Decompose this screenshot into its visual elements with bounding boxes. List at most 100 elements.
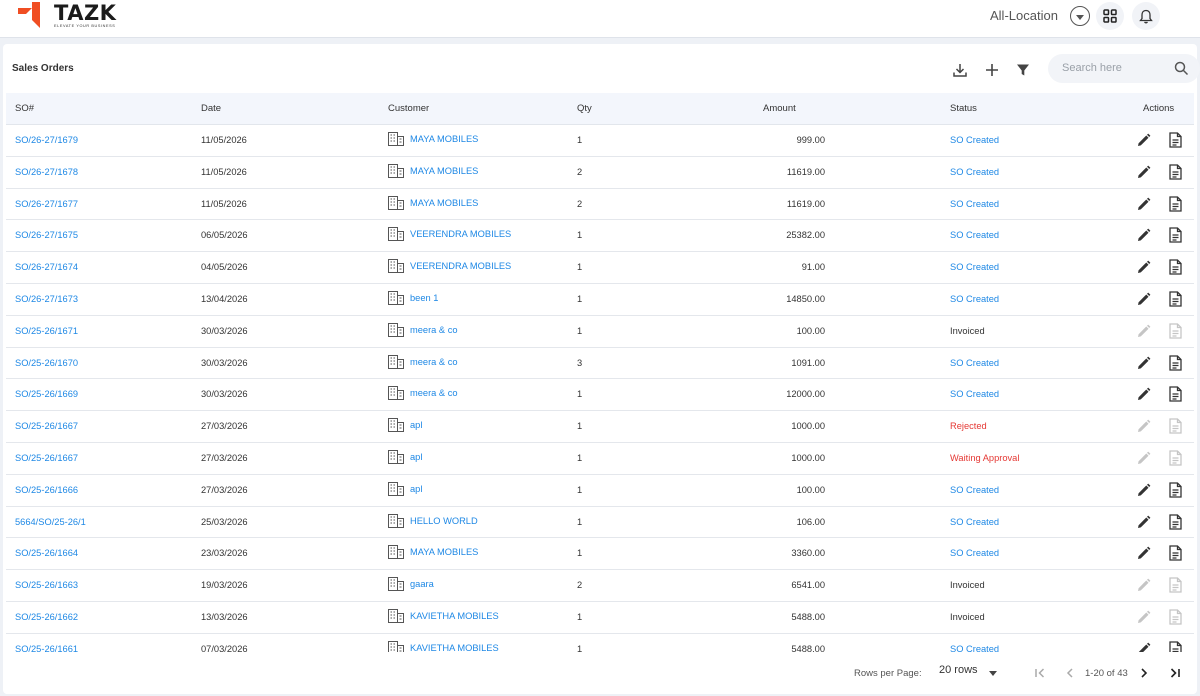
customer-cell[interactable]: KAVIETHA MOBILES (388, 609, 499, 623)
edit-button[interactable] (1136, 483, 1151, 501)
add-order-button[interactable] (982, 60, 1002, 80)
customer-cell[interactable]: VEERENDRA MOBILES (388, 259, 511, 274)
customer-name-link[interactable]: VEERENDRA MOBILES (410, 261, 511, 271)
edit-button[interactable] (1136, 515, 1151, 533)
rows-per-page-select[interactable]: 20 rows (939, 664, 978, 676)
customer-name-link[interactable]: been 1 (410, 293, 438, 303)
notifications-button[interactable] (1132, 2, 1160, 30)
edit-button[interactable] (1136, 260, 1151, 278)
customer-cell[interactable]: MAYA MOBILES (388, 163, 478, 178)
so-number-link[interactable]: SO/25-26/1666 (15, 485, 78, 495)
previous-page-button[interactable] (1061, 664, 1079, 682)
customer-cell[interactable]: been 1 (388, 291, 438, 305)
customer-name-link[interactable]: KAVIETHA MOBILES (410, 611, 499, 621)
table-row[interactable]: SO/26-27/1679 11/05/2026 MAYA MOBILES 1 999.… (6, 125, 1194, 157)
view-document-button[interactable] (1169, 641, 1182, 652)
customer-name-link[interactable]: MAYA MOBILES (410, 166, 478, 176)
customer-name-link[interactable]: apl (410, 452, 422, 462)
column-header-status[interactable]: Status (950, 103, 977, 114)
customer-cell[interactable]: MAYA MOBILES (388, 545, 478, 560)
customer-cell[interactable]: meera & co (388, 354, 458, 369)
search-input[interactable] (1062, 60, 1172, 76)
so-number-link[interactable]: SO/25-26/1667 (15, 453, 78, 463)
customer-name-link[interactable]: VEERENDRA MOBILES (410, 229, 511, 239)
view-document-button[interactable] (1169, 164, 1182, 183)
so-number-link[interactable]: SO/25-26/1664 (15, 548, 78, 558)
customer-cell[interactable]: apl (388, 450, 422, 464)
so-number-link[interactable]: SO/26-27/1678 (15, 167, 78, 177)
search-icon[interactable] (1174, 61, 1189, 76)
view-document-button[interactable] (1169, 195, 1182, 215)
view-document-button[interactable] (1169, 354, 1182, 374)
so-number-link[interactable]: SO/26-27/1675 (15, 230, 78, 240)
customer-cell[interactable]: VEERENDRA MOBILES (388, 227, 511, 242)
edit-button[interactable] (1136, 197, 1151, 215)
edit-button[interactable] (1136, 642, 1151, 652)
edit-button[interactable] (1136, 546, 1151, 564)
so-number-link[interactable]: SO/25-26/1663 (15, 580, 78, 590)
so-number-link[interactable]: SO/26-27/1679 (15, 135, 78, 145)
so-number-link[interactable]: SO/26-27/1677 (15, 199, 78, 209)
so-number-link[interactable]: SO/25-26/1669 (15, 389, 78, 399)
next-page-button[interactable] (1135, 664, 1153, 682)
table-row[interactable]: SO/25-26/1667 27/03/2026 apl 1 1000.00 Waitin… (6, 443, 1194, 475)
customer-cell[interactable]: HELLO WORLD (388, 513, 478, 528)
edit-button[interactable] (1136, 356, 1151, 374)
customer-cell[interactable]: meera & co (388, 386, 458, 401)
table-row[interactable]: SO/26-27/1673 13/04/2026 been 1 1 14850.00 SO… (6, 284, 1194, 316)
table-row[interactable]: SO/25-26/1662 13/03/2026 KAVIETHA MOBILES 1… (6, 602, 1194, 634)
download-button[interactable] (950, 60, 970, 80)
chevron-down-circle-icon[interactable] (1070, 6, 1090, 26)
location-selector-label[interactable]: All-Location (990, 8, 1058, 23)
table-row[interactable]: SO/25-26/1671 30/03/2026 meera & co 1 100.00… (6, 316, 1194, 348)
so-number-link[interactable]: SO/25-26/1670 (15, 358, 78, 368)
table-row[interactable]: SO/26-27/1674 04/05/2026 VEERENDRA MOBILES… (6, 252, 1194, 284)
column-header-so[interactable]: SO# (15, 103, 34, 114)
table-row[interactable]: SO/26-27/1675 06/05/2026 VEERENDRA MOBILES… (6, 220, 1194, 253)
edit-button[interactable] (1136, 228, 1151, 246)
column-header-amount[interactable]: Amount (763, 103, 796, 114)
customer-name-link[interactable]: apl (410, 484, 422, 494)
customer-name-link[interactable]: MAYA MOBILES (410, 198, 478, 208)
customer-name-link[interactable]: meera & co (410, 388, 458, 398)
customer-cell[interactable]: MAYA MOBILES (388, 132, 478, 146)
view-document-button[interactable] (1169, 545, 1182, 564)
last-page-button[interactable] (1166, 664, 1184, 682)
so-number-link[interactable]: SO/26-27/1673 (15, 294, 78, 304)
customer-name-link[interactable]: MAYA MOBILES (410, 547, 478, 557)
customer-cell[interactable]: MAYA MOBILES (388, 195, 478, 210)
edit-button[interactable] (1136, 387, 1151, 405)
table-row[interactable]: 5664/SO/25-26/1 25/03/2026 HELLO WORLD 1 106… (6, 507, 1194, 539)
table-row[interactable]: SO/25-26/1670 30/03/2026 meera & co 3 1091.0… (6, 348, 1194, 380)
so-number-link[interactable]: SO/25-26/1671 (15, 326, 78, 336)
chevron-down-icon[interactable] (989, 671, 997, 676)
table-row[interactable]: SO/26-27/1678 11/05/2026 MAYA MOBILES 2 1161… (6, 157, 1194, 189)
customer-cell[interactable]: apl (388, 481, 422, 496)
customer-cell[interactable]: KAVIETHA MOBILES (388, 640, 499, 652)
so-number-link[interactable]: SO/25-26/1661 (15, 644, 78, 652)
so-number-link[interactable]: SO/25-26/1662 (15, 612, 78, 622)
view-document-button[interactable] (1169, 227, 1182, 246)
tazk-logo[interactable]: TAZK ELEVATE YOUR BUSINESS (18, 1, 128, 34)
first-page-button[interactable] (1031, 664, 1049, 682)
column-header-customer[interactable]: Customer (388, 103, 429, 114)
edit-button[interactable] (1136, 133, 1151, 151)
view-document-button[interactable] (1169, 132, 1182, 151)
customer-name-link[interactable]: meera & co (410, 357, 458, 367)
so-number-link[interactable]: SO/25-26/1667 (15, 421, 78, 431)
customer-name-link[interactable]: gaara (410, 579, 434, 589)
customer-cell[interactable]: gaara (388, 577, 434, 592)
customer-name-link[interactable]: HELLO WORLD (410, 516, 478, 526)
customer-name-link[interactable]: apl (410, 420, 422, 430)
table-row[interactable]: SO/25-26/1669 30/03/2026 meera & co 1 12000.… (6, 379, 1194, 412)
apps-button[interactable] (1096, 2, 1124, 30)
customer-cell[interactable]: apl (388, 418, 422, 433)
table-row[interactable]: SO/26-27/1677 11/05/2026 MAYA MOBILES 2 1161… (6, 189, 1194, 221)
table-row[interactable]: SO/25-26/1661 07/03/2026 KAVIETHA MOBILES 1… (6, 634, 1194, 652)
customer-name-link[interactable]: KAVIETHA MOBILES (410, 643, 499, 652)
table-row[interactable]: SO/25-26/1664 23/03/2026 MAYA MOBILES 1 3360… (6, 538, 1194, 571)
column-header-date[interactable]: Date (201, 103, 221, 114)
view-document-button[interactable] (1169, 386, 1182, 405)
edit-button[interactable] (1136, 292, 1151, 310)
customer-name-link[interactable]: meera & co (410, 325, 458, 335)
